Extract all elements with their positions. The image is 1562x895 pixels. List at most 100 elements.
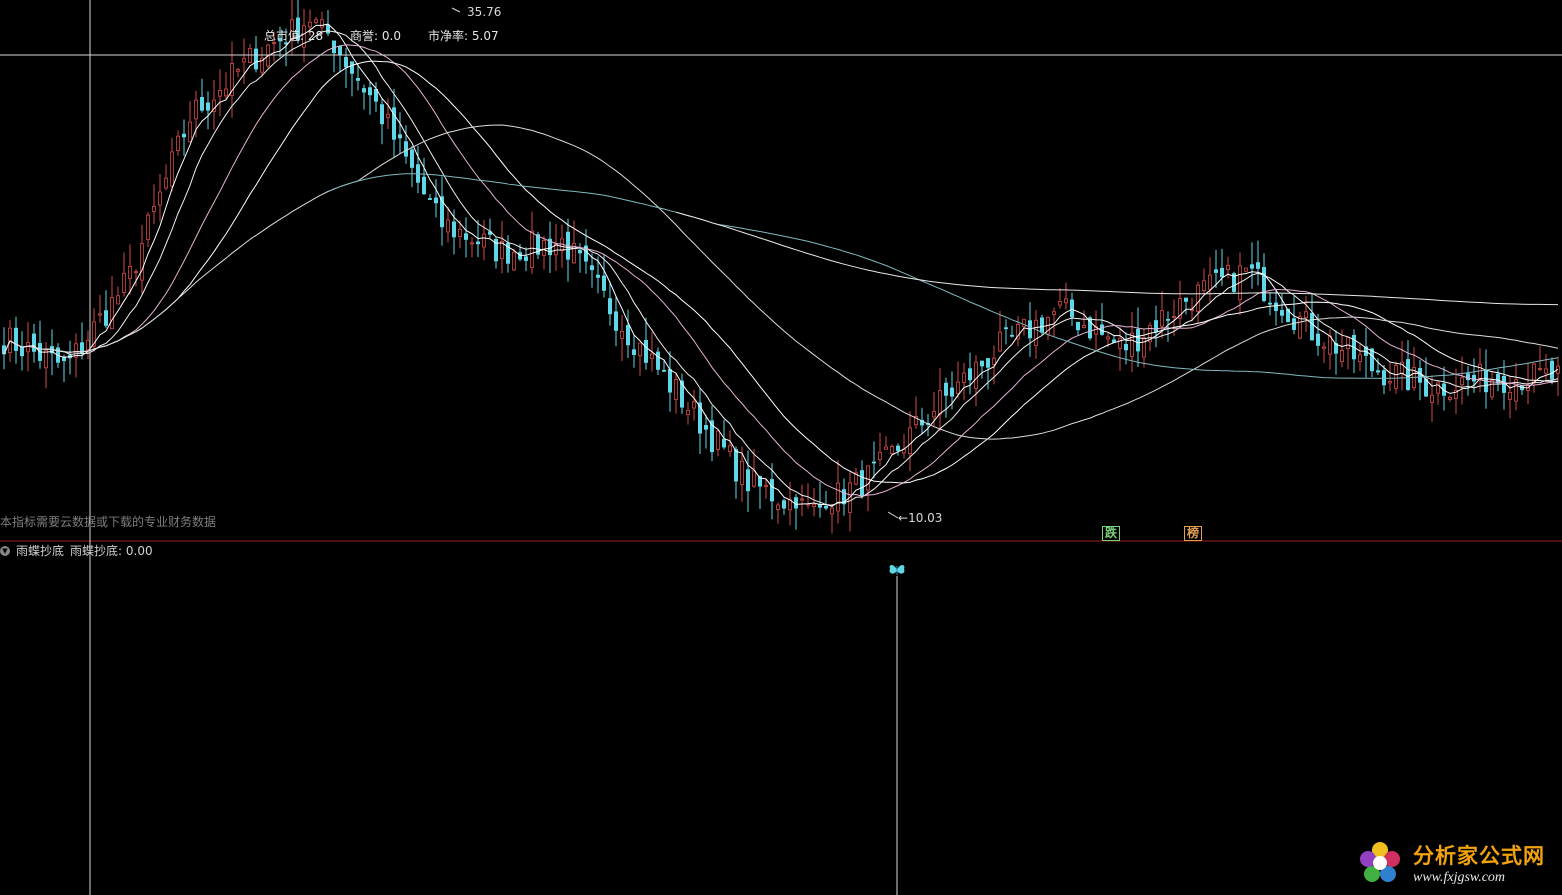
- candle-body: [992, 357, 997, 365]
- indicator-panel-header[interactable]: ▼ 雨蝶抄底 雨蝶抄底: 0.00: [0, 542, 153, 559]
- candle-body: [1136, 328, 1141, 352]
- candle-body: [475, 241, 480, 245]
- candle-body: [692, 401, 697, 409]
- low-marker-line: [887, 511, 899, 519]
- candle-body: [1406, 359, 1411, 390]
- candle-body: [884, 446, 889, 450]
- candle-body: [403, 141, 408, 157]
- candle-body: [145, 214, 150, 240]
- candle-body: [25, 342, 30, 353]
- candle-body: [1202, 280, 1207, 292]
- candle-body: [343, 57, 348, 68]
- candle-body: [1082, 325, 1087, 329]
- candle-body: [956, 381, 961, 394]
- candle-body: [818, 504, 823, 508]
- candle-body: [409, 149, 414, 168]
- candle-body: [908, 427, 913, 455]
- candle-body: [1256, 262, 1261, 269]
- candlestick-series: [2, 0, 1561, 534]
- collapse-icon[interactable]: ▼: [0, 545, 10, 556]
- candle-body: [457, 228, 462, 238]
- candle-body: [608, 298, 613, 315]
- candle-body: [337, 45, 342, 55]
- high-marker-line: [451, 7, 461, 13]
- candle-body: [199, 97, 204, 111]
- candle-body: [1466, 373, 1471, 381]
- candle-body: [1154, 320, 1159, 332]
- candle-body: [1226, 265, 1231, 271]
- candle-body: [349, 61, 354, 74]
- candle-body: [122, 272, 127, 293]
- candle-body: [325, 24, 330, 34]
- candle-body: [133, 271, 138, 274]
- candle-body: [193, 99, 198, 120]
- candle-body: [19, 346, 24, 357]
- kline-chart[interactable]: [0, 0, 1562, 895]
- candle-body: [451, 221, 456, 238]
- low-price-label: ←10.03: [898, 511, 943, 525]
- candle-body: [1070, 299, 1075, 318]
- goodwill-value: 0.0: [381, 29, 401, 43]
- candle-body: [1058, 300, 1063, 306]
- candle-body: [794, 497, 799, 509]
- candle-body: [662, 369, 667, 372]
- candle-body: [32, 333, 37, 352]
- candle-body: [596, 274, 601, 278]
- candle-body: [1310, 312, 1315, 341]
- candle-body: [169, 151, 174, 187]
- candle-body: [1208, 274, 1213, 290]
- candle-body: [980, 360, 985, 367]
- candle-body: [1544, 368, 1549, 374]
- candle-body: [1460, 377, 1465, 386]
- candle-body: [644, 339, 649, 363]
- candle-body: [590, 265, 595, 271]
- candle-body: [1160, 310, 1165, 327]
- indicator-value: 0.00: [125, 544, 153, 558]
- candle-body: [998, 331, 1003, 352]
- candle-body: [1250, 264, 1255, 269]
- candle-body: [782, 500, 787, 509]
- candle-body: [1508, 391, 1513, 400]
- candle-body: [151, 206, 156, 212]
- candle-body: [157, 191, 162, 206]
- candle-body: [1322, 346, 1327, 349]
- candle-body: [1550, 360, 1555, 380]
- candle-body: [1376, 370, 1381, 373]
- candle-body: [512, 251, 517, 271]
- candle-body: [1172, 316, 1177, 318]
- watermark-title: 分析家公式网: [1413, 845, 1545, 868]
- candle-body: [1010, 334, 1015, 337]
- candle-body: [116, 295, 121, 305]
- candle-body: [379, 104, 384, 125]
- candle-body: [704, 425, 709, 430]
- candle-body: [1490, 379, 1495, 398]
- butterfly-icon: [889, 565, 905, 575]
- candle-body: [674, 379, 679, 400]
- candle-body: [1430, 394, 1435, 403]
- candle-body: [950, 387, 955, 397]
- candle-body: [830, 507, 835, 515]
- candle-body: [614, 311, 619, 331]
- candle-body: [1274, 302, 1279, 311]
- candle-body: [1268, 302, 1273, 305]
- candle-body: [1328, 335, 1333, 355]
- candle-body: [1418, 367, 1423, 383]
- candle-body: [1340, 349, 1345, 363]
- candle-body: [1358, 354, 1363, 362]
- candle-body: [104, 310, 109, 326]
- candle-body: [1196, 284, 1201, 312]
- pb-ratio-readout: 市净率: 5.07: [428, 27, 499, 44]
- candle-body: [1118, 337, 1123, 349]
- candle-body: [355, 78, 360, 81]
- candle-body: [1280, 310, 1285, 316]
- candle-body: [1190, 309, 1195, 311]
- candle-body: [253, 48, 258, 70]
- candle-body: [578, 249, 583, 254]
- ma20-line: [3, 44, 1559, 497]
- candle-body: [481, 233, 486, 248]
- moving-average-lines: [3, 23, 1559, 507]
- candle-body: [217, 90, 222, 97]
- candle-body: [734, 449, 739, 482]
- candle-body: [1064, 298, 1069, 304]
- goodwill-label: 商誉:: [350, 29, 379, 43]
